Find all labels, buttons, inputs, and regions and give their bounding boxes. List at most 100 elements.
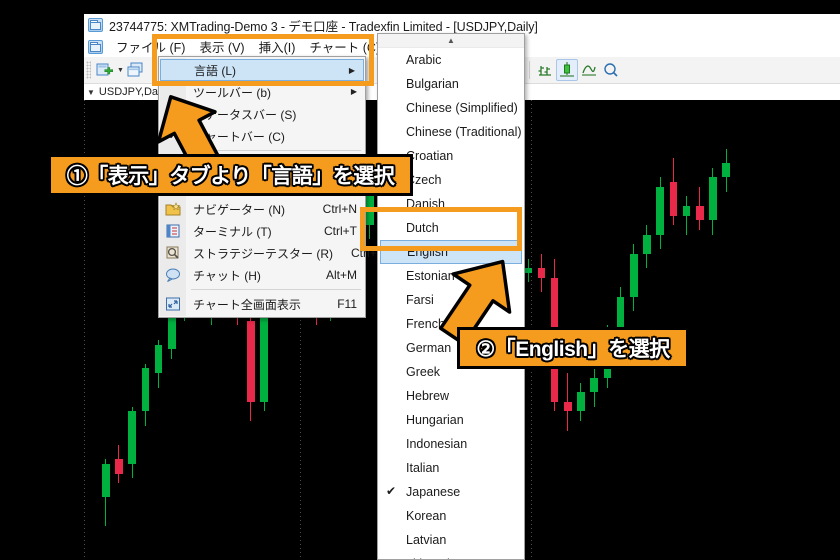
menu-item-chat[interactable]: チャット (H) Alt+M — [159, 264, 365, 286]
language-item-latvian[interactable]: Latvian — [378, 528, 524, 552]
candlestick — [722, 100, 730, 560]
menu-item-shortcut: Ctrl+T — [324, 224, 357, 238]
language-item-label: Hungarian — [406, 413, 464, 427]
candle-body — [537, 268, 546, 278]
menu-item-terminal-label: ターミナル (T) — [193, 224, 272, 239]
chevron-down-icon-tabs[interactable]: ▼ — [87, 88, 95, 97]
candle-body — [577, 392, 585, 412]
menu-item-status-bar-label: ステータスバー (S) — [193, 107, 297, 122]
language-item-label: Bulgarian — [406, 77, 459, 91]
menubar-file[interactable]: ファイル (F) — [109, 35, 192, 58]
menu-item-language-label: 言語 (L) — [194, 63, 237, 78]
candle-body — [722, 163, 730, 178]
menu-item-shortcut: Alt+M — [325, 268, 357, 282]
bar-chart-icon[interactable] — [534, 59, 556, 81]
toolbar-grip[interactable] — [86, 61, 91, 79]
menu-item-full-screen[interactable]: チャート全画面表示 F11 — [159, 293, 365, 315]
candle-body — [141, 368, 150, 412]
candle-body — [524, 268, 532, 273]
language-item-label: Latvian — [406, 533, 447, 547]
scroll-up-arrow-icon[interactable]: ▲ — [378, 34, 524, 48]
candle-body — [247, 320, 255, 402]
menu-item-navigator-label: ナビゲーター (N) — [193, 202, 285, 217]
submenu-arrow-icon: ▶ — [350, 87, 357, 96]
language-item-japanese[interactable]: ✔ Japanese — [378, 480, 524, 504]
window-title: 23744775: XMTrading-Demo 3 - デモ口座 - Trad… — [109, 19, 538, 34]
language-item-label: Estonian — [406, 269, 455, 283]
language-item-label: Indonesian — [406, 437, 468, 451]
submenu-arrow-icon: ▶ — [348, 66, 355, 75]
zoom-in-icon[interactable] — [600, 59, 622, 81]
candle-body — [128, 411, 136, 464]
line-chart-icon[interactable] — [578, 59, 600, 81]
candle-wick — [686, 196, 688, 235]
callout-step-2: ②「English」を選択 — [457, 327, 689, 369]
menubar-view[interactable]: 表示 (V) — [192, 35, 251, 58]
language-item-hebrew[interactable]: Hebrew — [378, 384, 524, 408]
chat-icon — [165, 267, 181, 283]
language-submenu-popup: ▲ Arabic Bulgarian Chinese (Simplified) Chi… — [377, 33, 525, 560]
language-item-italian[interactable]: Italian — [378, 456, 524, 480]
language-item-label: Arabic — [406, 53, 442, 67]
candle-body — [616, 296, 625, 331]
menu-item-terminal[interactable]: ターミナル (T) Ctrl+T — [159, 220, 365, 242]
menubar-insert[interactable]: 挿入(I) — [252, 35, 303, 58]
callout-step-1-text: ①「表示」タブより「言語」を選択 — [66, 164, 396, 189]
fullscreen-icon — [165, 296, 181, 312]
language-item-arabic[interactable]: Arabic — [378, 48, 524, 72]
new-chart-plus-icon[interactable] — [94, 59, 116, 81]
checkmark-icon: ✔ — [168, 106, 179, 120]
windows-cascade-icon[interactable] — [125, 59, 147, 81]
candle-body — [709, 177, 717, 221]
language-item-estonian[interactable]: Estonian — [378, 264, 524, 288]
candle-body — [643, 234, 651, 254]
language-item-label: Italian — [406, 461, 440, 475]
language-item-label: Danish — [406, 197, 445, 211]
terminal-icon — [165, 223, 181, 239]
mt4-menu-icon — [88, 39, 103, 54]
chevron-down-icon[interactable]: ▼ — [116, 60, 125, 80]
candle-body — [154, 344, 163, 374]
language-item-korean[interactable]: Korean — [378, 504, 524, 528]
language-item-dutch[interactable]: Dutch — [378, 216, 524, 240]
menu-item-shortcut: Ctrl+N — [322, 202, 357, 216]
language-item-label: Greek — [406, 365, 441, 379]
menu-item-strategy-tester[interactable]: ストラテジーテスター (R) Ctrl+R — [159, 242, 385, 264]
menu-separator — [191, 150, 361, 151]
language-item-bulgarian[interactable]: Bulgarian — [378, 72, 524, 96]
language-item-hungarian[interactable]: Hungarian — [378, 408, 524, 432]
menu-item-language[interactable]: 言語 (L) ▶ — [160, 59, 364, 81]
language-item-farsi[interactable]: Farsi — [378, 288, 524, 312]
callout-step-1: ①「表示」タブより「言語」を選択 — [48, 154, 413, 196]
candle-body — [669, 182, 678, 216]
language-item-label: French — [406, 317, 445, 331]
language-item-label: Hebrew — [406, 389, 450, 403]
menu-item-strategy-tester-label: ストラテジーテスター (R) — [193, 246, 333, 261]
checkmark-icon: ✔ — [386, 484, 397, 498]
screenshot-root: 23744775: XMTrading-Demo 3 - デモ口座 - Trad… — [0, 0, 840, 560]
navigator-icon — [165, 201, 181, 217]
candle-body — [115, 459, 123, 474]
candlestick — [696, 100, 704, 560]
language-item-lithuanian[interactable]: Lithuanian — [378, 552, 524, 559]
menu-item-charts-bar[interactable]: ✔ チャートバー (C) — [159, 125, 365, 147]
menu-item-toolbars[interactable]: ツールバー (b) ▶ — [159, 81, 365, 103]
language-item-label: Korean — [406, 509, 447, 523]
candle-body — [102, 464, 110, 498]
language-item-chinese-traditional[interactable]: Chinese (Traditional) — [378, 120, 524, 144]
language-item-indonesian[interactable]: Indonesian — [378, 432, 524, 456]
strategy-tester-icon — [165, 245, 181, 261]
candlestick-chart-icon[interactable] — [556, 59, 578, 81]
language-item-label: German — [406, 341, 452, 355]
language-item-label: Japanese — [406, 485, 461, 499]
menu-item-status-bar[interactable]: ✔ ステータスバー (S) — [159, 103, 365, 125]
menubar-chart[interactable]: チャート (C) — [302, 35, 387, 58]
language-item-chinese-simplified[interactable]: Chinese (Simplified) — [378, 96, 524, 120]
language-item-label: English — [407, 245, 448, 259]
menu-item-navigator[interactable]: ナビゲーター (N) Ctrl+N — [159, 198, 365, 220]
language-item-english[interactable]: English — [380, 240, 522, 264]
menu-separator — [191, 289, 361, 290]
candle-body — [630, 253, 638, 297]
language-item-label: Chinese (Simplified) — [406, 101, 518, 115]
menu-item-shortcut: F11 — [337, 297, 357, 311]
